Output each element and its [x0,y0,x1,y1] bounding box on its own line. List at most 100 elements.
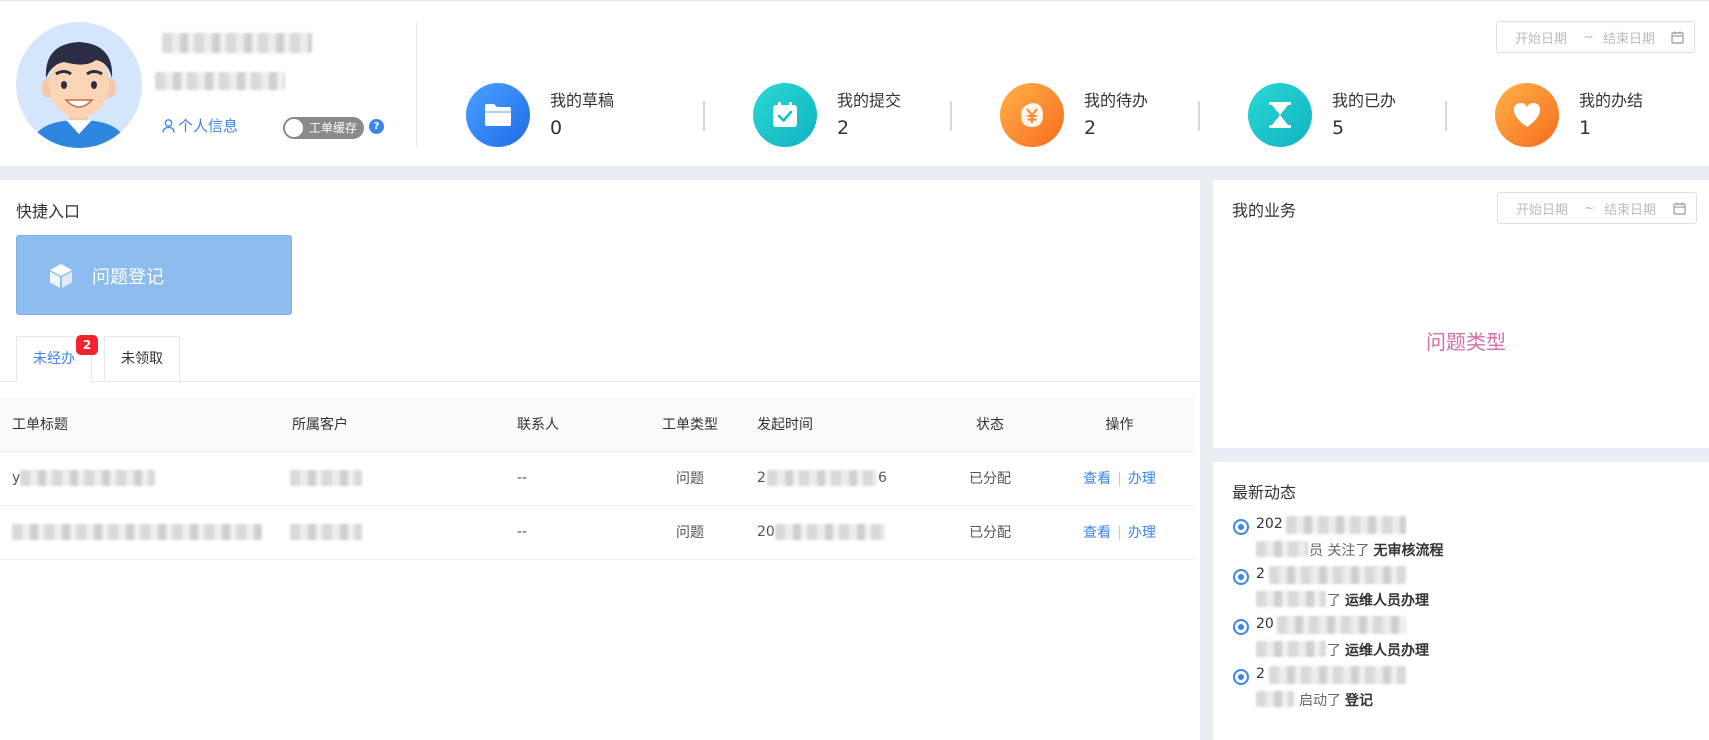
col-actions: 操作 [1045,397,1194,452]
table-row: -- 问题 20 已分配 查看 | 办理 [0,505,1194,560]
user-icon [162,118,175,133]
col-status: 状态 [935,397,1045,452]
dynamics-text: 了运维人员办理 [1327,590,1429,610]
avatar [16,22,142,148]
time-redacted [767,469,877,486]
dynamics-verb: 启动了 [1299,693,1341,709]
hourglass-icon [1269,102,1291,128]
handle-link[interactable]: 办理 [1128,525,1156,541]
toggle-knob [285,119,303,137]
actor-redacted [1256,591,1326,607]
dynamics-verb: 员 关注了 [1309,543,1370,559]
timeline-dot[interactable] [1233,569,1249,585]
view-link[interactable]: 查看 [1083,471,1111,487]
cell-type: 问题 [635,451,745,506]
actor-redacted [1256,541,1308,557]
dynamics-title: 最新动态 [1232,483,1297,502]
dynamics-verb: 了 [1327,643,1341,659]
dynamics-time: 20 [1256,616,1274,632]
cell-customer [280,451,505,506]
user-name-redacted [162,33,312,53]
cell-start-time: 2 6 [745,451,935,506]
actor-redacted [1256,641,1326,657]
timeline-dot[interactable] [1233,519,1249,535]
stat-done-badge [1248,83,1312,147]
stat-drafts-label: 我的草稿 [550,91,615,110]
title-redacted [20,469,155,486]
business-title: 我的业务 [1232,201,1297,220]
timeline-dot[interactable] [1233,669,1249,685]
table-row: y -- 问题 2 6 已分配 查看 | 办理 [0,451,1194,506]
stat-divider [1198,101,1200,131]
dynamics-text: 员 关注了 无审核流程 [1309,540,1443,560]
folder-icon [485,104,511,126]
time-redacted [1269,566,1406,584]
yen-icon [1021,103,1043,127]
timeline-dot[interactable] [1233,619,1249,635]
customer-redacted [290,469,362,486]
cell-status: 已分配 [935,451,1045,506]
profile-link-label: 个人信息 [178,117,239,135]
top-summary-panel: 个人信息 工单缓存 ? 开始日期 ~ 结束日期 我的草稿 0 我的提交 2 我的… [0,0,1709,166]
cell-customer [280,505,505,560]
dynamics-target: 无审核流程 [1373,543,1444,559]
customer-redacted [290,523,362,540]
work-order-cache-toggle[interactable]: 工单缓存 [283,117,364,139]
start-date-placeholder: 开始日期 [1515,31,1568,47]
dynamics-target: 运维人员办理 [1345,593,1429,609]
profile-link[interactable]: 个人信息 [162,115,238,136]
cell-contact: -- [505,451,635,506]
cell-title [0,505,280,560]
stat-closed-label: 我的办结 [1579,91,1644,110]
dynamics-time: 2 [1256,666,1265,682]
action-divider: | [1117,525,1122,541]
stat-divider [950,101,952,131]
calendar-icon [1673,202,1686,215]
business-date-range-picker[interactable]: 开始日期 ~ 结束日期 [1497,192,1697,224]
work-order-panel: 快捷入口 问题登记 未经办 2 未领取 工单标题 所属客户 联系人 工单类型 发… [0,180,1200,740]
quick-entry-title: 快捷入口 [16,202,81,221]
top-date-range-picker[interactable]: 开始日期 ~ 结束日期 [1496,21,1695,53]
cell-actions: 查看 | 办理 [1045,505,1194,560]
cell-start-time: 20 [745,505,935,560]
stat-closed-badge [1495,83,1559,147]
time-redacted [775,523,885,540]
calendar-icon [1671,31,1684,44]
help-icon[interactable]: ? [369,119,384,134]
stat-pending-value: 2 [1084,117,1097,139]
cell-type: 问题 [635,505,745,560]
dynamics-time: 2 [1256,566,1265,582]
stat-divider [703,101,705,131]
table-header-row: 工单标题 所属客户 联系人 工单类型 发起时间 状态 操作 [0,397,1194,452]
issue-type-chart-title: 问题类型 [1426,330,1506,354]
stat-done-value: 5 [1332,117,1345,139]
col-title: 工单标题 [0,397,280,452]
dynamics-panel: 最新动态 202 员 关注了 无审核流程 2 了运维人员办理 20 了运维人员办理… [1213,462,1709,740]
cell-title: y [0,451,280,506]
stat-pending-label: 我的待办 [1084,91,1149,110]
action-divider: | [1117,471,1122,487]
unprocessed-count-badge: 2 [76,335,98,355]
cube-icon [50,264,72,288]
tab-unclaimed[interactable]: 未领取 [104,336,180,382]
avatar-illustration [30,42,128,148]
col-type: 工单类型 [635,397,745,452]
time-redacted [1277,616,1406,634]
dynamics-text: 了运维人员办理 [1327,640,1429,660]
dynamics-target: 运维人员办理 [1345,643,1429,659]
business-panel: 我的业务 开始日期 ~ 结束日期 问题类型 [1213,180,1709,448]
col-contact: 联系人 [505,397,635,452]
stat-pending-badge [1000,83,1064,147]
cell-status: 已分配 [935,505,1045,560]
issue-register-button[interactable]: 问题登记 [16,235,292,315]
stat-submitted-label: 我的提交 [837,91,902,110]
handle-link[interactable]: 办理 [1128,471,1156,487]
work-order-table: 工单标题 所属客户 联系人 工单类型 发起时间 状态 操作 y -- 问题 2 … [0,397,1194,560]
dynamics-target: 登记 [1345,693,1373,709]
time-redacted [1269,666,1406,684]
calendar-check-icon [773,102,797,127]
view-link[interactable]: 查看 [1083,525,1111,541]
date-separator: ~ [1583,29,1594,45]
title-redacted [12,523,262,540]
stat-submitted-value: 2 [837,117,850,139]
